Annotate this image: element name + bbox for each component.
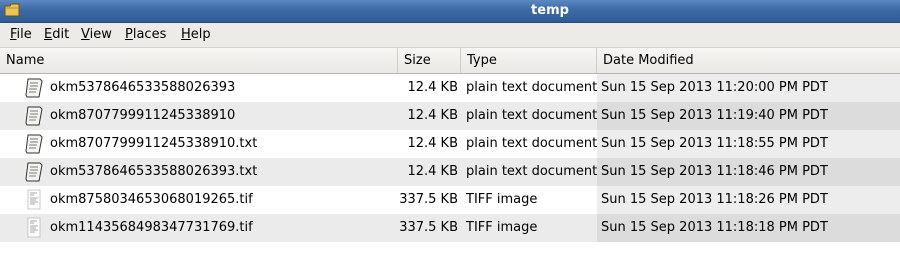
file-date-modified: Sun 15 Sep 2013 11:20:00 PM PDT <box>601 80 828 95</box>
file-type: plain text document <box>466 80 598 95</box>
file-row[interactable]: okm5378646533588026393.txt 12.4 KB plain… <box>0 158 900 186</box>
file-date-modified: Sun 15 Sep 2013 11:18:46 PM PDT <box>601 164 828 179</box>
tiff-image-icon <box>27 217 41 238</box>
file-date-modified: Sun 15 Sep 2013 11:18:18 PM PDT <box>601 220 828 235</box>
file-date-modified: Sun 15 Sep 2013 11:18:26 PM PDT <box>601 192 828 207</box>
file-row[interactable]: okm1143568498347731769.tif 337.5 KB TIFF… <box>0 214 900 242</box>
file-type: TIFF image <box>466 192 538 207</box>
window-titlebar[interactable]: temp <box>0 0 900 23</box>
file-name: okm8707799911245338910.txt <box>50 136 258 151</box>
menu-places-rest: laces <box>132 27 167 42</box>
file-size: 12.4 KB <box>407 136 458 151</box>
text-document-icon <box>25 106 43 126</box>
text-document-icon <box>25 162 43 182</box>
menu-places-mnemonic: P <box>125 27 133 42</box>
file-name: okm5378646533588026393 <box>50 80 236 95</box>
text-document-icon <box>25 134 43 154</box>
file-name: okm8707799911245338910 <box>50 108 236 123</box>
file-type: plain text document <box>466 108 598 123</box>
file-size: 12.4 KB <box>407 164 458 179</box>
column-header-size[interactable]: Size <box>398 48 461 73</box>
menu-view-rest: iew <box>89 27 112 42</box>
column-header: Name Size Type Date Modified <box>0 48 900 74</box>
file-name: okm1143568498347731769.tif <box>50 220 253 235</box>
menu-edit[interactable]: Edit <box>44 27 69 42</box>
file-name: okm8758034653068019265.tif <box>50 192 253 207</box>
menu-view-mnemonic: V <box>81 27 90 42</box>
menu-places[interactable]: Places <box>125 27 166 42</box>
menubar: File Edit View Places Help <box>0 23 900 48</box>
column-header-name[interactable]: Name <box>0 48 398 73</box>
column-header-date-modified[interactable]: Date Modified <box>597 48 900 73</box>
file-name: okm5378646533588026393.txt <box>50 164 258 179</box>
menu-help[interactable]: Help <box>181 27 211 42</box>
menu-help-rest: elp <box>190 27 211 42</box>
column-header-type[interactable]: Type <box>461 48 597 73</box>
file-list: okm5378646533588026393 12.4 KB plain tex… <box>0 74 900 242</box>
tiff-image-icon <box>27 189 41 210</box>
file-date-modified: Sun 15 Sep 2013 11:19:40 PM PDT <box>601 108 828 123</box>
menu-edit-rest: dit <box>52 27 70 42</box>
text-document-icon <box>25 78 43 98</box>
file-row[interactable]: okm5378646533588026393 12.4 KB plain tex… <box>0 74 900 102</box>
window-title: temp <box>531 3 569 18</box>
file-date-modified: Sun 15 Sep 2013 11:18:55 PM PDT <box>601 136 828 151</box>
file-type: TIFF image <box>466 220 538 235</box>
file-row[interactable]: okm8758034653068019265.tif 337.5 KB TIFF… <box>0 186 900 214</box>
menu-edit-mnemonic: E <box>44 27 53 42</box>
file-type: plain text document <box>466 164 598 179</box>
menu-view[interactable]: View <box>81 27 112 42</box>
menu-help-mnemonic: H <box>181 27 191 42</box>
file-size: 12.4 KB <box>407 108 458 123</box>
file-size: 12.4 KB <box>407 80 458 95</box>
file-row[interactable]: okm8707799911245338910 12.4 KB plain tex… <box>0 102 900 130</box>
menu-file-rest: ile <box>16 27 32 42</box>
file-size: 337.5 KB <box>399 220 458 235</box>
menu-file[interactable]: File <box>10 27 32 42</box>
file-size: 337.5 KB <box>399 192 458 207</box>
file-type: plain text document <box>466 136 598 151</box>
file-row[interactable]: okm8707799911245338910.txt 12.4 KB plain… <box>0 130 900 158</box>
